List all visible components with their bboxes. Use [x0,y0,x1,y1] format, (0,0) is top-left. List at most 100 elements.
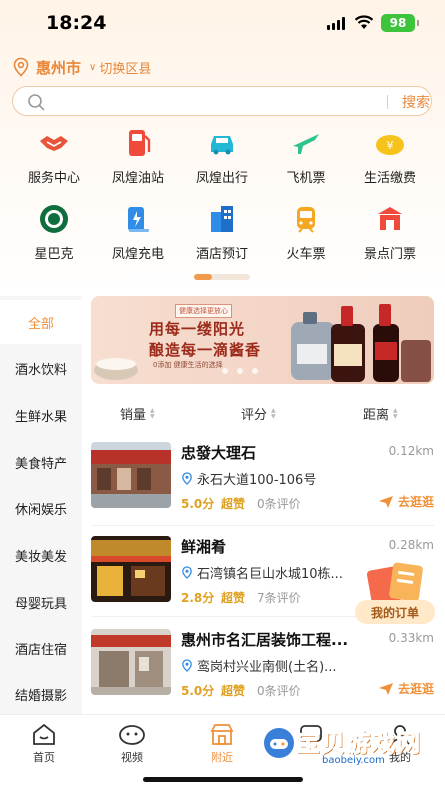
paper-plane-icon [378,495,393,508]
train-icon [289,202,323,236]
category-wedding-photo[interactable]: 结婚摄影 [0,672,82,716]
watermark-text: 宝贝游戏网 [296,729,421,758]
category-beauty[interactable]: 美妆美发 [0,533,82,577]
location-pin-icon [182,472,192,485]
tab-video[interactable]: 视频 [102,721,162,765]
location-pin-icon [13,57,29,77]
location-pin-icon [182,659,192,672]
category-all[interactable]: 全部 [0,300,82,344]
store-item[interactable]: 忠發大理石 0.12km 永石大道100-106号 5.0分 超赞 0条评价 去… [91,442,434,522]
tab-home[interactable]: 首页 [14,721,74,765]
store-score: 2.8分 [181,591,215,605]
store-address: 永石大道100-106号 [181,469,316,488]
category-fresh-fruit[interactable]: 生鲜水果 [0,393,82,437]
store-icon [208,721,236,747]
service-item-train[interactable]: 火车票 [264,202,348,262]
sort-arrows-icon: ▲ ▼ [150,406,155,420]
store-review-count: 0条评价 [257,497,301,511]
service-item-ride[interactable]: 凤煌出行 [180,126,264,186]
rice-bowl-icon [94,358,138,380]
store-name: 鲜湘肴 [181,538,227,556]
store-rating-level: 超赞 [221,497,246,511]
store-name: 忠發大理石 [181,444,257,462]
store-name: 惠州市名汇居装饰工程... [181,631,349,649]
service-item-starbucks[interactable]: 星巴克 [12,202,96,262]
search-divider [387,95,388,109]
service-item-service-center[interactable]: 服务中心 [12,126,96,186]
my-orders-float[interactable]: 我的订单 [355,560,435,626]
city-name[interactable]: 惠州市 [36,57,81,78]
yen-cloud-icon: ¥ [373,126,407,160]
airplane-icon [289,126,323,160]
soy-sauce-bottles-image [291,304,431,382]
service-item-bill-pay[interactable]: ¥ 生活缴费 [348,126,432,186]
cellular-signal-icon [327,17,345,30]
store-distance: 0.33km [388,631,434,645]
banner-tag: 健康选择更放心 [175,304,232,318]
order-clipboard-icon [366,562,423,604]
gamepad-logo-icon [264,728,294,758]
store-rating-level: 超赞 [221,591,246,605]
sort-by-rating[interactable]: 评分 ▲ ▼ [241,404,276,423]
watermark-url: baobeiy.com [322,755,385,766]
store-photo [91,442,171,508]
video-icon [118,721,146,747]
service-item-scenic-tickets[interactable]: 景点门票 [348,202,432,262]
taxi-icon [205,126,239,160]
search-bar: 搜索 [12,86,432,116]
category-baby-toys[interactable]: 母婴玩具 [0,580,82,624]
store-address: 鸾岗村兴业南侧(土名)... [181,656,337,675]
banner-headline-2: 酿造每一滴酱香 [149,341,262,359]
store-distance: 0.12km [388,444,434,458]
search-input[interactable] [55,92,375,112]
store-score: 5.0分 [181,497,215,511]
store-rating-level: 超赞 [221,684,246,698]
search-button[interactable]: 搜索 [402,92,430,112]
chevron-down-icon: ∨ [89,61,97,73]
my-orders-button[interactable]: 我的订单 [355,600,435,624]
store-review-count: 0条评价 [257,684,301,698]
battery-level: 98 [389,16,407,30]
visit-store-button[interactable]: 去逛逛 [378,493,434,510]
service-item-flight[interactable]: 飞机票 [264,126,348,186]
home-icon [30,721,58,747]
store-distance: 0.28km [388,538,434,552]
promo-banner[interactable]: 健康选择更放心 用每一缕阳光 酿造每一滴酱香 0添加 健康生活的选择 [91,296,434,384]
ticket-icon [373,202,407,236]
visit-store-button[interactable]: 去逛逛 [378,680,434,697]
sort-by-sales[interactable]: 销量 ▲ ▼ [120,404,155,423]
store-review-count: 7条评价 [257,591,301,605]
sort-by-distance[interactable]: 距离 ▲ ▼ [363,404,398,423]
store-photo [91,629,171,695]
svg-text:¥: ¥ [387,139,394,152]
store-address: 石湾镇名巨山水城10栋... [181,563,343,582]
handshake-icon [37,126,71,160]
service-item-hotel[interactable]: 酒店预订 [180,202,264,262]
banner-page-dots [222,368,258,374]
category-leisure[interactable]: 休闲娱乐 [0,486,82,530]
grid-page-indicator [194,274,250,280]
location-pin-icon [182,566,192,579]
wifi-icon [354,15,374,29]
gas-pump-icon [121,126,155,160]
category-drinks[interactable]: 酒水饮料 [0,346,82,390]
service-item-charging[interactable]: 凤煌充电 [96,202,180,262]
category-hotel[interactable]: 酒店住宿 [0,626,82,670]
service-item-gas-station[interactable]: 凤煌油站 [96,126,180,186]
category-food-specialty[interactable]: 美食特产 [0,440,82,484]
store-photo [91,536,171,602]
category-sidebar: 全部 酒水饮料 生鲜水果 美食特产 休闲娱乐 美妆美发 母婴玩具 酒店住宿 结婚… [0,296,82,714]
store-item[interactable]: 惠州市名汇居装饰工程... 0.33km 鸾岗村兴业南侧(土名)... 5.0分… [91,629,434,709]
status-bar: 18:24 98 [0,0,445,46]
status-time: 18:24 [46,12,107,34]
starbucks-icon [37,202,71,236]
divider [91,525,434,526]
sort-bar: 销量 ▲ ▼ 评分 ▲ ▼ 距离 ▲ ▼ [82,398,445,426]
store-score: 5.0分 [181,684,215,698]
banner-headline-1: 用每一缕阳光 [149,320,246,338]
sort-arrows-icon: ▲ ▼ [271,406,276,420]
home-indicator [143,777,303,782]
tab-nearby[interactable]: 附近 [192,721,252,765]
switch-district-button[interactable]: ∨ 切换区县 [89,58,151,77]
location-selector[interactable]: 惠州市 ∨ 切换区县 [12,56,151,78]
